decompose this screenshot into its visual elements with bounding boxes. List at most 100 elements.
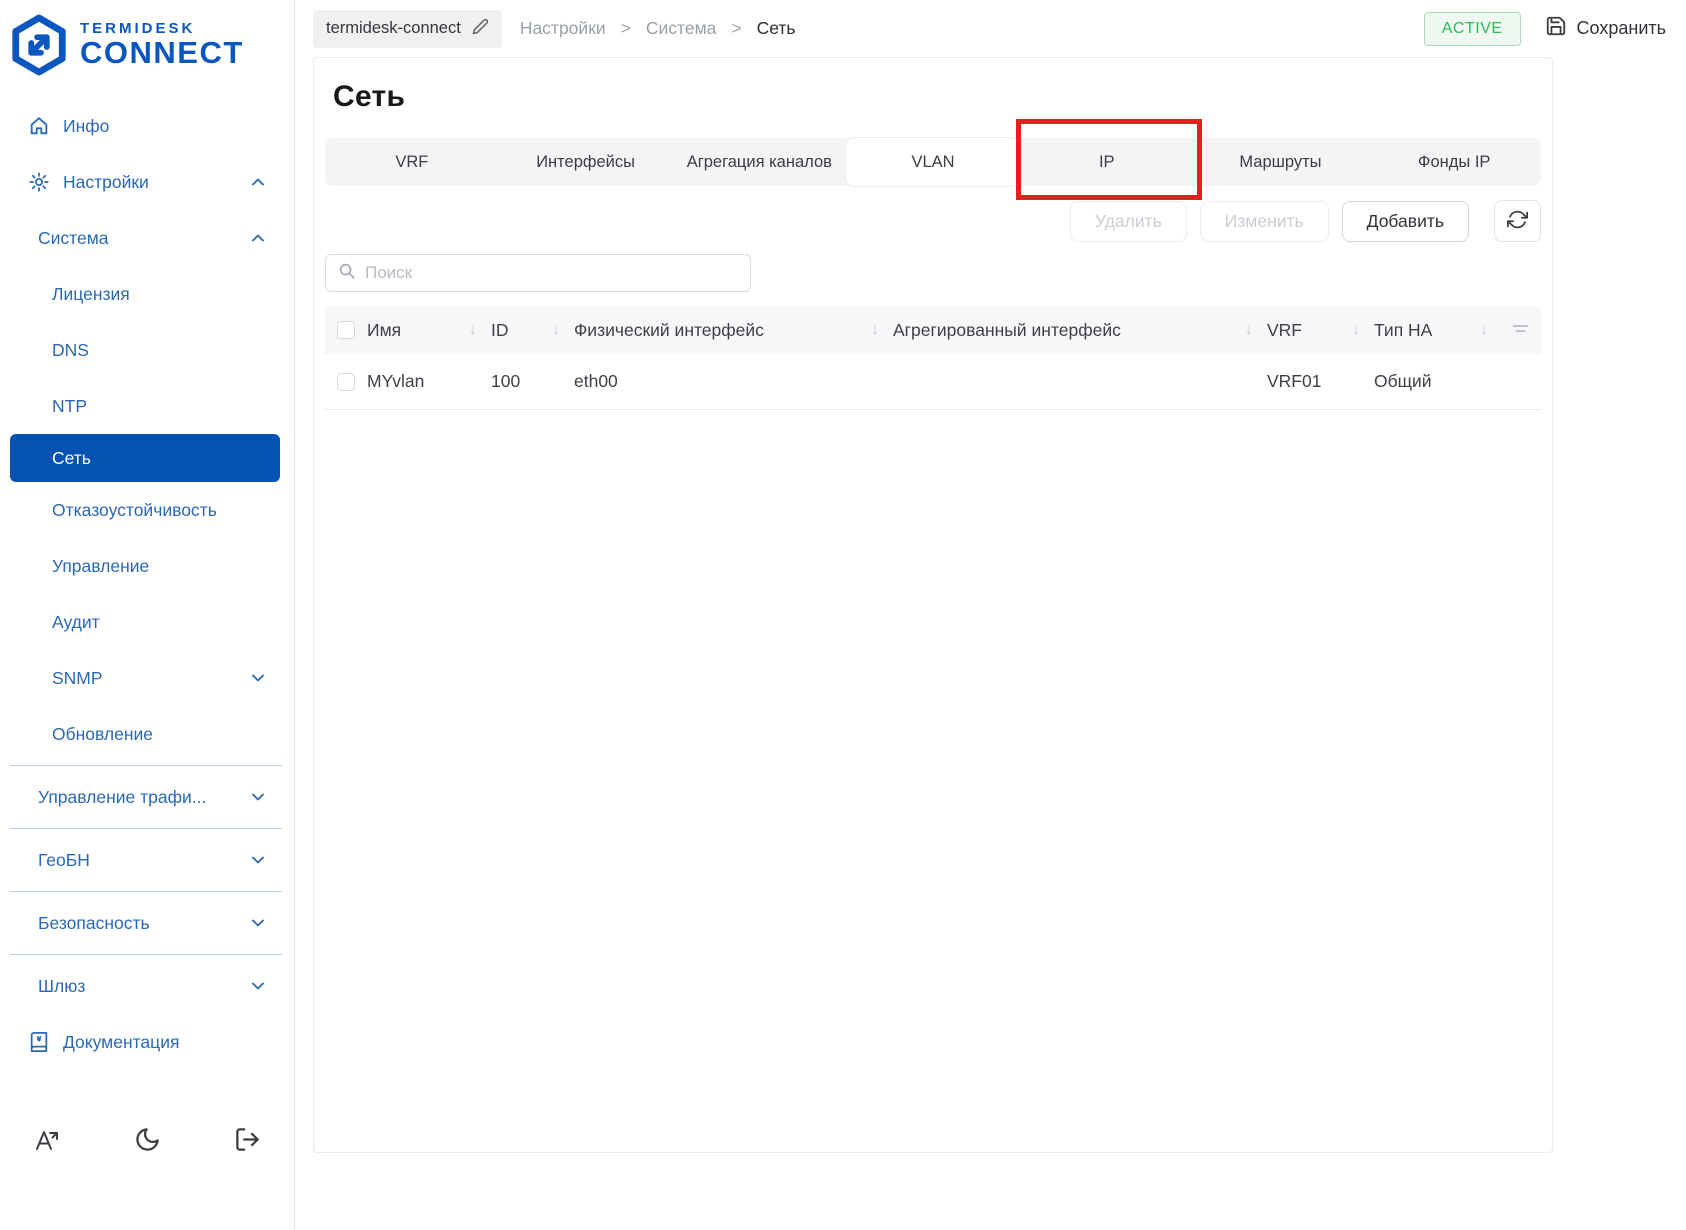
column-settings-cell [1502,320,1541,341]
tab-vlan-active[interactable]: VLAN [846,138,1020,186]
sidebar-item-label: SNMP [52,667,103,688]
vlan-table: Имя ↓ ID ↓ Физический интерфейс ↓ Агреги… [325,306,1541,410]
tab-link-aggregation[interactable]: Агрегация каналов [672,138,846,186]
sidebar-item-label: Сеть [52,447,91,468]
chevron-down-icon [248,976,268,996]
tab-interfaces[interactable]: Интерфейсы [499,138,673,186]
chevron-down-icon [248,913,268,933]
sidebar-item-label: NTP [52,395,87,416]
content-card: Сеть VRF Интерфейсы Агрегация каналов VL… [313,57,1553,1153]
save-button[interactable]: Сохранить [1545,15,1666,42]
sidebar-item-label: Лицензия [52,283,130,304]
sidebar-item-traffic-management[interactable]: Управление трафи... [0,769,294,825]
column-header-physical-interface[interactable]: Физический интерфейс ↓ [574,320,893,341]
column-header-name[interactable]: Имя ↓ [367,320,491,341]
brand-line2: CONNECT [80,34,244,70]
sidebar-item-license[interactable]: Лицензия [0,266,294,322]
sidebar-divider [10,891,282,892]
column-header-aggregated-interface[interactable]: Агрегированный интерфейс ↓ [893,320,1267,341]
logout-icon[interactable] [232,1124,262,1154]
search-box [325,254,751,292]
tab-label: IP [1098,152,1115,171]
tab-label: Интерфейсы [536,152,635,171]
sidebar-divider [10,765,282,766]
sort-icon[interactable]: ↓ [1480,321,1488,339]
app-window: TERMIDESK CONNECT Инфо Настройки Система… [0,0,1686,1230]
sidebar-item-info[interactable]: Инфо [0,98,294,154]
cell-name: MYvlan [367,371,425,391]
sidebar-item-label: DNS [52,339,89,360]
sort-icon[interactable]: ↓ [1352,321,1360,339]
table-header-row: Имя ↓ ID ↓ Физический интерфейс ↓ Агреги… [325,306,1541,354]
breadcrumb-settings[interactable]: Настройки [520,18,606,39]
sidebar-item-snmp[interactable]: SNMP [0,650,294,706]
refresh-icon [1507,209,1528,233]
sidebar-item-label: Инфо [63,115,110,136]
tab-ip[interactable]: IP [1015,119,1202,200]
page-title: Сеть [333,80,406,113]
tab-routes[interactable]: Маршруты [1194,138,1368,186]
topbar: termidesk-connect Настройки > Система > … [295,0,1686,57]
tab-label: Маршруты [1239,152,1322,171]
sidebar-item-audit[interactable]: Аудит [0,594,294,650]
column-header-ha-type[interactable]: Тип HA ↓ [1374,320,1502,341]
search-input[interactable] [365,263,738,283]
sidebar-item-label: Шлюз [38,975,86,996]
cell-id: 100 [491,371,521,391]
sidebar-item-settings[interactable]: Настройки [0,154,294,210]
hostname-label: termidesk-connect [326,19,461,37]
column-header-vrf[interactable]: VRF ↓ [1267,320,1374,341]
status-badge: ACTIVE [1423,11,1521,46]
sidebar-item-label: Безопасность [38,912,150,933]
brand-logo: TERMIDESK CONNECT [0,12,294,90]
moon-icon[interactable] [132,1124,162,1154]
refresh-button[interactable] [1494,200,1541,242]
edit-button[interactable]: Изменить [1199,200,1329,242]
sidebar-item-ntp[interactable]: NTP [0,378,294,434]
row-checkbox[interactable] [337,372,355,391]
breadcrumb-system[interactable]: Система [646,18,716,39]
sidebar-item-gateway[interactable]: Шлюз [0,958,294,1014]
search-icon [338,262,356,285]
filter-icon[interactable] [1512,320,1529,341]
sort-icon[interactable]: ↓ [469,321,477,339]
edit-pencil-icon[interactable] [472,18,489,40]
delete-button[interactable]: Удалить [1069,200,1187,242]
select-all-checkbox[interactable] [337,321,355,339]
breadcrumb: Настройки > Система > Сеть [520,18,796,39]
sidebar-footer [0,1124,294,1154]
sidebar-item-network-selected[interactable]: Сеть [10,434,280,482]
sidebar-item-failover[interactable]: Отказоустойчивость [0,482,294,538]
sidebar-divider [10,828,282,829]
table-actions: Удалить Изменить Добавить [325,200,1541,242]
gear-icon [28,171,50,193]
language-icon[interactable] [32,1124,62,1154]
sidebar-item-label: Документация [63,1031,180,1052]
sort-icon[interactable]: ↓ [552,321,560,339]
select-all-cell [325,321,367,339]
tab-vrf[interactable]: VRF [325,138,499,186]
tab-label: Агрегация каналов [686,152,832,171]
sort-icon[interactable]: ↓ [871,321,879,339]
sidebar-item-documentation[interactable]: Документация [0,1014,294,1070]
home-icon [28,115,50,137]
termidesk-hexagon-icon [12,14,66,76]
sidebar-item-label: Отказоустойчивость [52,499,217,520]
tab-label: VLAN [911,152,955,171]
sidebar-item-label: Управление трафи... [38,786,207,807]
sidebar-item-system[interactable]: Система [0,210,294,266]
tab-label: Фонды IP [1417,152,1491,171]
chevron-down-icon [248,787,268,807]
save-icon [1545,15,1567,42]
hostname-chip[interactable]: termidesk-connect [313,9,502,48]
sort-icon[interactable]: ↓ [1245,321,1253,339]
sidebar-item-dns[interactable]: DNS [0,322,294,378]
sidebar-item-security[interactable]: Безопасность [0,895,294,951]
add-button[interactable]: Добавить [1341,200,1469,242]
sidebar-item-geobn[interactable]: ГеоБН [0,832,294,888]
column-header-id[interactable]: ID ↓ [491,320,574,341]
sidebar-item-management[interactable]: Управление [0,538,294,594]
tab-ip-pools[interactable]: Фонды IP [1367,138,1541,186]
cell-ha-type: Общий [1374,371,1432,391]
sidebar-item-update[interactable]: Обновление [0,706,294,762]
